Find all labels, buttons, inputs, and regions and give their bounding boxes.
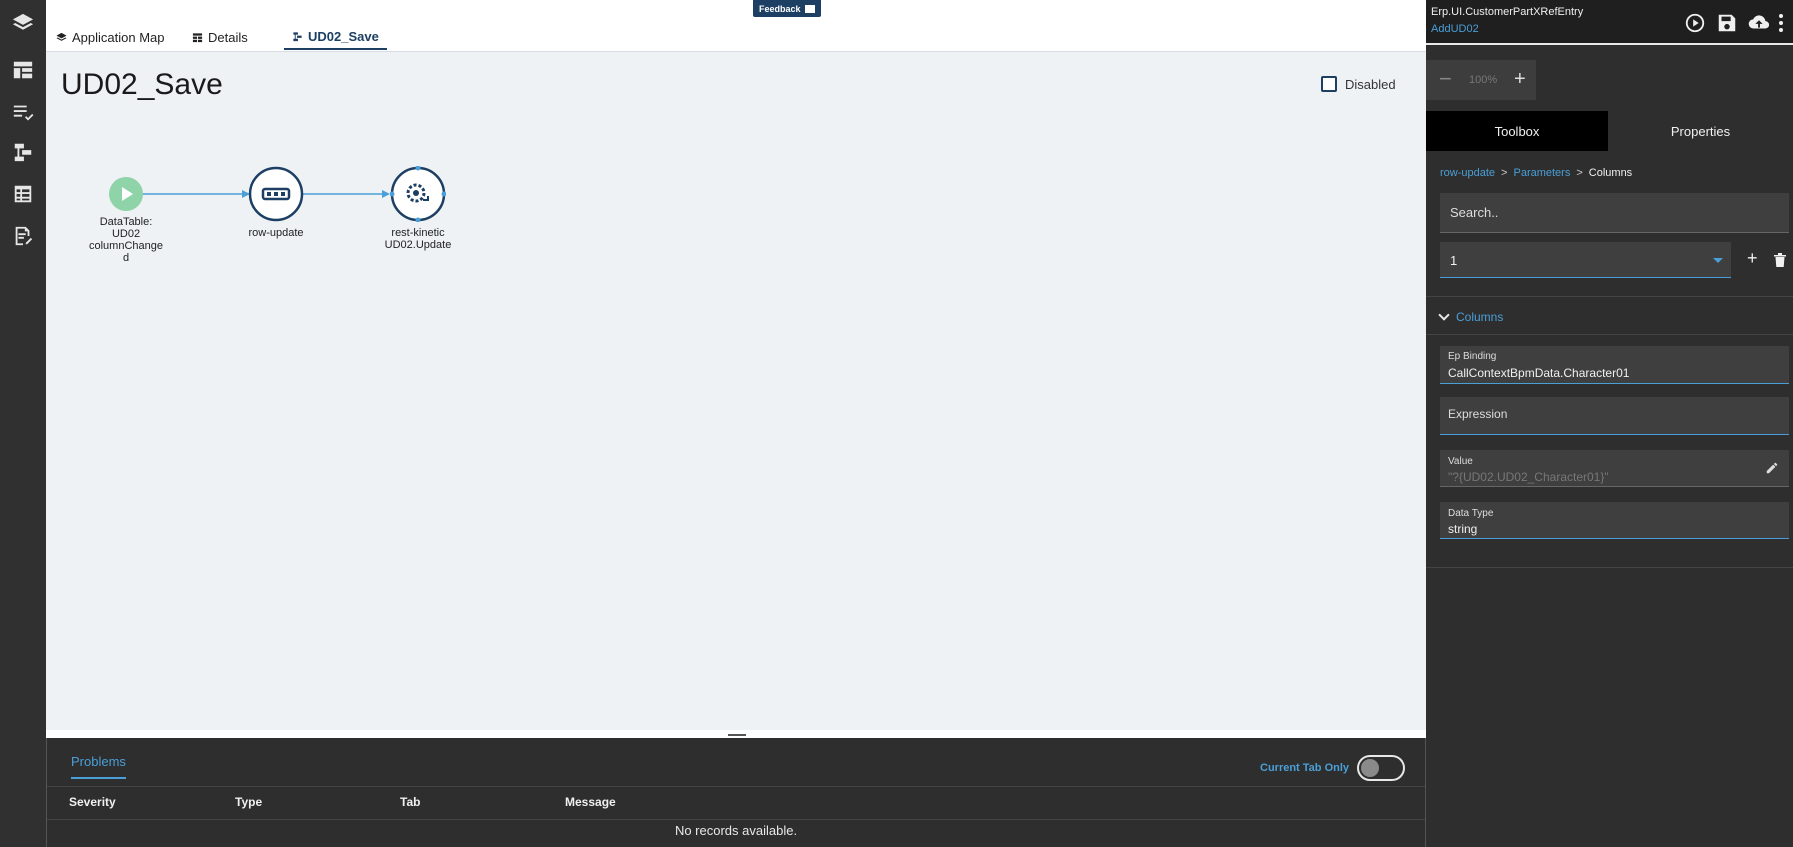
divider (47, 819, 1425, 820)
layout-icon[interactable] (9, 56, 37, 84)
field-value: "?{UD02.UD02_Character01}" (1448, 470, 1609, 484)
caret-down-icon (1713, 258, 1723, 263)
current-tab-only-toggle-wrap: Current Tab Only (1260, 755, 1406, 781)
search-input[interactable] (1440, 193, 1789, 233)
section-label: Columns (1456, 310, 1504, 324)
disabled-checkbox[interactable]: Disabled (1321, 76, 1396, 92)
right-panel: Erp.UI.CustomerPartXRefEntry AddUD02 − 1… (1426, 0, 1793, 847)
column-header-message[interactable]: Message (565, 795, 616, 809)
zoom-control: − 100% + (1426, 60, 1536, 100)
checklist-icon[interactable] (9, 98, 37, 126)
divider (1426, 296, 1793, 297)
disabled-label: Disabled (1345, 76, 1396, 92)
run-icon[interactable] (1684, 12, 1706, 34)
tab-properties[interactable]: Properties (1608, 111, 1793, 151)
field-label: Value (1448, 456, 1473, 467)
column-header-tab[interactable]: Tab (400, 795, 420, 809)
data-type-field[interactable]: Data Type string (1440, 502, 1789, 539)
tab-toolbox[interactable]: Toolbox (1426, 111, 1608, 151)
edit-document-icon[interactable] (9, 222, 37, 250)
trash-icon[interactable] (1773, 252, 1787, 268)
select-value: 1 (1450, 253, 1458, 268)
column-select[interactable]: 1 (1440, 242, 1731, 278)
tab-label: UD02_Save (308, 28, 379, 44)
workflow-canvas[interactable]: UD02_Save Disabled DataTable: UD02 colum… (46, 52, 1426, 730)
field-value: string (1448, 522, 1478, 536)
grid-table-icon[interactable] (9, 180, 37, 208)
node-start-label: DataTable: UD02 columnChange d (89, 216, 163, 264)
column-header-severity[interactable]: Severity (69, 795, 116, 809)
node-rest-kinetic[interactable] (389, 165, 447, 223)
field-label: Ep Binding (1448, 351, 1497, 362)
breadcrumb-separator: > (1501, 167, 1508, 179)
expression-field[interactable]: Expression (1440, 397, 1789, 435)
chat-icon (804, 4, 815, 13)
left-rail (0, 0, 46, 847)
node-row-update[interactable] (248, 166, 304, 222)
current-tab-only-toggle[interactable] (1357, 755, 1406, 781)
current-tab-only-label: Current Tab Only (1260, 762, 1350, 774)
columns-section-header[interactable]: Columns (1438, 309, 1504, 324)
save-icon[interactable] (1716, 12, 1738, 34)
app-title: Erp.UI.CustomerPartXRefEntry (1431, 6, 1584, 18)
right-panel-header: Erp.UI.CustomerPartXRefEntry AddUD02 (1426, 0, 1793, 45)
breadcrumb-parameters[interactable]: Parameters (1513, 167, 1570, 179)
workflow-icon[interactable] (9, 138, 37, 166)
tab-application-map[interactable]: Application Map (56, 24, 165, 50)
value-field[interactable]: Value "?{UD02.UD02_Character01}" (1440, 450, 1789, 487)
arrow-head (382, 190, 390, 198)
node-start[interactable] (108, 176, 144, 212)
problems-panel: Problems Current Tab Only Severity Type … (46, 738, 1426, 847)
upload-cloud-icon[interactable] (1748, 12, 1770, 34)
tab-details[interactable]: Details (192, 24, 248, 50)
column-header-type[interactable]: Type (235, 795, 262, 809)
zoom-in-button[interactable]: + (1514, 68, 1526, 90)
chevron-down-icon (1438, 309, 1450, 321)
page-title: UD02_Save (61, 68, 223, 101)
zoom-out-button[interactable]: − (1439, 68, 1452, 90)
breadcrumb: row-update > Parameters > Columns (1440, 167, 1632, 179)
zoom-level: 100% (1469, 74, 1498, 86)
breadcrumb-row-update[interactable]: row-update (1440, 167, 1495, 179)
node-row-update-label: row-update (248, 227, 304, 239)
more-vertical-icon[interactable] (1776, 12, 1786, 34)
breadcrumb-current: Columns (1588, 167, 1633, 179)
field-value: CallContextBpmData.Character01 (1448, 366, 1630, 380)
divider (47, 786, 1425, 787)
feedback-label: Feedback (759, 3, 801, 14)
layers-icon (56, 32, 67, 41)
tab-label: Application Map (72, 29, 165, 45)
table-icon (192, 32, 203, 42)
breadcrumb-separator: > (1576, 167, 1583, 179)
workflow-icon (293, 31, 302, 41)
field-label: Expression (1448, 407, 1508, 421)
divider (1426, 334, 1793, 335)
checkbox-icon (1321, 76, 1337, 92)
tab-ud02-save[interactable]: UD02_Save (284, 24, 387, 50)
connectors (141, 190, 390, 198)
feedback-button[interactable]: Feedback (753, 0, 821, 17)
layers-icon[interactable] (9, 9, 37, 37)
field-label: Data Type (1448, 508, 1494, 519)
ep-binding-field[interactable]: Ep Binding CallContextBpmData.Character0… (1440, 346, 1789, 384)
empty-message: No records available. (674, 823, 798, 838)
divider (1426, 567, 1793, 568)
tab-label: Details (208, 29, 248, 45)
top-bar: Feedback Application Map Details UD02_Sa… (46, 0, 1426, 52)
pencil-icon[interactable] (1765, 461, 1779, 475)
node-rest-kinetic-label: rest-kinetic UD02.Update (384, 227, 452, 251)
panel-splitter[interactable] (728, 734, 746, 736)
tab-problems[interactable]: Problems (71, 754, 126, 779)
app-subtitle-link[interactable]: AddUD02 (1431, 23, 1479, 35)
add-icon[interactable]: + (1747, 249, 1758, 267)
